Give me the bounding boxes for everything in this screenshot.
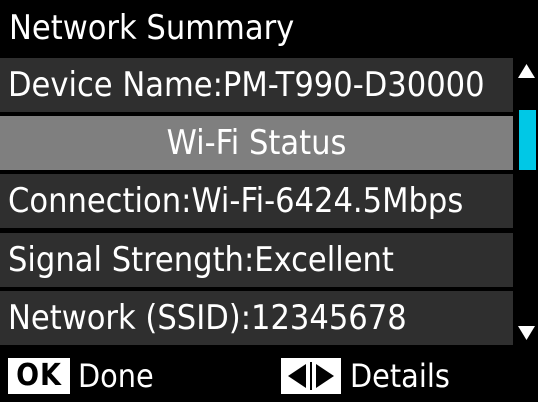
lcd-screen: Network Summary Device Name:PM-T990-D300… — [0, 0, 538, 402]
list-item-signal-strength[interactable]: Signal Strength:Excellent — [0, 233, 513, 287]
footer-bar: OK Done Details — [0, 350, 538, 402]
details-label: Details — [350, 357, 450, 395]
scrollbar[interactable] — [515, 58, 538, 346]
done-label: Done — [78, 357, 154, 395]
left-right-arrows-icon[interactable] — [281, 358, 341, 394]
list-item-connection[interactable]: Connection:Wi-Fi-6424.5Mbps — [0, 174, 513, 228]
list-item-network-ssid[interactable]: Network (SSID):12345678 — [0, 291, 513, 345]
screen-title: Network Summary — [9, 8, 295, 48]
ok-button-icon[interactable]: OK — [8, 358, 70, 394]
scroll-thumb[interactable] — [519, 110, 536, 170]
list-section-wifi-status: Wi-Fi Status — [0, 116, 513, 170]
scroll-up-arrow-icon[interactable] — [515, 58, 538, 82]
scroll-down-arrow-icon[interactable] — [515, 322, 538, 346]
network-summary-list: Device Name:PM-T990-D30000 Wi-Fi Status … — [0, 58, 513, 346]
list-item-device-name[interactable]: Device Name:PM-T990-D30000 — [0, 58, 513, 112]
